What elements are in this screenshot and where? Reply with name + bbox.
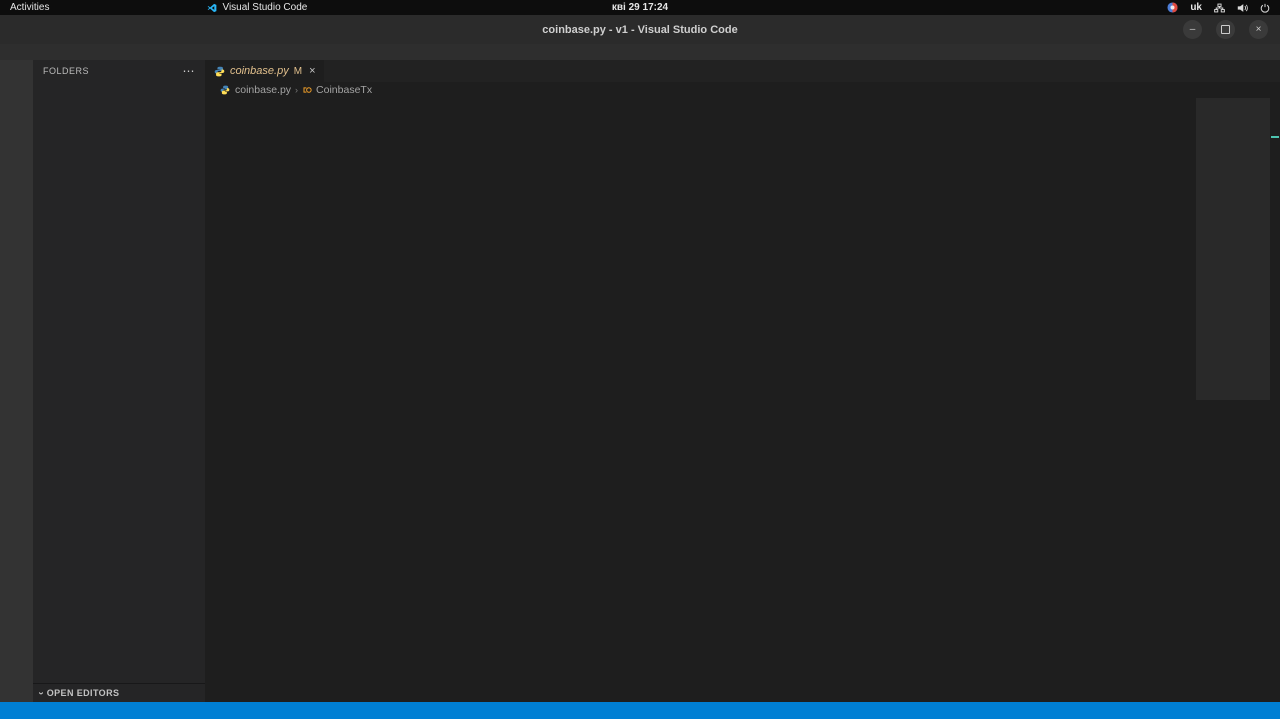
minimize-button[interactable]: – — [1183, 20, 1202, 39]
volume-icon[interactable] — [1237, 3, 1248, 13]
code-editor[interactable] — [205, 98, 1280, 702]
network-icon[interactable] — [1214, 3, 1225, 13]
modified-badge: M — [294, 66, 302, 77]
close-button[interactable]: × — [1249, 20, 1268, 39]
menu-bar — [0, 44, 1280, 60]
chevron-down-icon: › — [35, 691, 46, 695]
chevron-right-icon: › — [295, 85, 298, 95]
minimap-slider[interactable] — [1196, 98, 1270, 400]
activities-button[interactable]: Activities — [10, 2, 49, 13]
folders-more-actions-icon[interactable]: ⋯ — [183, 64, 196, 78]
breadcrumb[interactable]: coinbase.py › CoinbaseTx — [205, 82, 1280, 98]
maximize-button[interactable] — [1216, 20, 1235, 39]
minimap[interactable] — [1196, 98, 1270, 702]
keyboard-layout-indicator[interactable]: uk — [1190, 2, 1202, 13]
vscode-logo-icon — [207, 3, 217, 13]
python-file-icon — [213, 66, 225, 77]
python-file-icon — [219, 85, 231, 95]
focused-app[interactable]: Visual Studio Code — [207, 2, 307, 13]
power-icon[interactable] — [1260, 3, 1270, 13]
title-bar[interactable]: coinbase.py - v1 - Visual Studio Code – … — [0, 15, 1280, 44]
ubuntu-top-bar: Activities Visual Studio Code кві 29 17:… — [0, 0, 1280, 15]
recording-indicator-icon[interactable] — [1167, 2, 1178, 13]
activity-bar — [0, 60, 33, 702]
open-editors-header[interactable]: › OPEN EDITORS — [33, 683, 205, 702]
tab-coinbase-py[interactable]: coinbase.py M × — [205, 60, 324, 82]
sidebar-explorer: FOLDERS ⋯ › OPEN EDITORS — [33, 60, 205, 702]
class-symbol-icon — [302, 85, 312, 95]
folders-section-header[interactable]: FOLDERS ⋯ — [33, 60, 205, 82]
close-tab-icon[interactable]: × — [309, 65, 315, 77]
editor-group: coinbase.py M × coinbase.py › CoinbaseTx — [205, 60, 1280, 702]
tab-bar: coinbase.py M × — [205, 60, 1280, 82]
window-title: coinbase.py - v1 - Visual Studio Code — [542, 24, 737, 36]
overview-ruler[interactable] — [1270, 98, 1280, 702]
vscode-window: coinbase.py - v1 - Visual Studio Code – … — [0, 15, 1280, 719]
status-bar — [0, 702, 1280, 719]
cursor-marker — [1271, 136, 1279, 138]
